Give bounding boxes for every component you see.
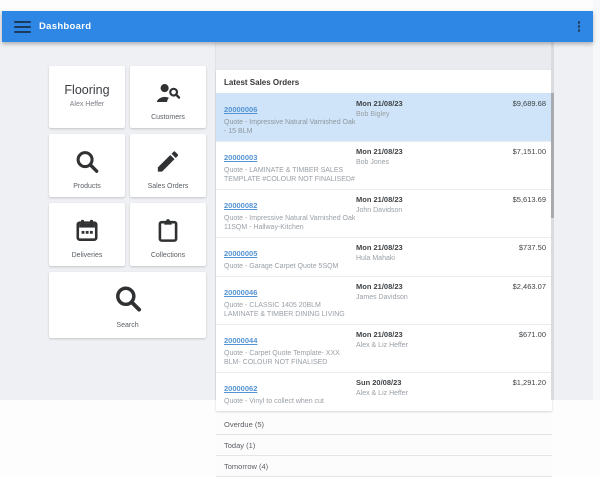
- order-customer: James Davidson: [356, 293, 513, 302]
- order-main-col: 20000044 Quote - Carpet Quote Template- X…: [224, 330, 356, 367]
- order-customer: John Davidson: [356, 206, 513, 215]
- tile-deliveries[interactable]: Deliveries: [49, 203, 125, 266]
- order-row[interactable]: 20000062 Quote - Vinyl to collect when cu…: [216, 372, 552, 411]
- right-margin: [593, 0, 600, 400]
- order-amount: $5,613.69: [513, 195, 546, 232]
- order-amount: $9,689.68: [513, 99, 546, 136]
- order-customer: Alex & Liz Heffer: [356, 341, 519, 350]
- person-search-icon: [155, 80, 182, 107]
- order-main-col: 20000005 Quote - Garage Carpet Quote 5SQM: [224, 243, 356, 271]
- order-mid-col: Mon 21/08/23Alex & Liz Heffer: [356, 330, 519, 367]
- order-mid-col: Mon 21/08/23Hula Mahaki: [356, 243, 519, 271]
- order-description: Quote - Vinyl to collect when cut: [224, 397, 356, 406]
- calendar-icon: [74, 217, 101, 244]
- order-amount: $671.00: [519, 330, 546, 367]
- scrollbar[interactable]: [551, 42, 554, 400]
- order-description: Quote - LAMINATE & TIMBER SALES TEMPLATE…: [224, 166, 356, 184]
- screen: Dashboard Flooring Alex Heffer Customers…: [0, 0, 600, 400]
- search-icon: [112, 283, 143, 314]
- order-mid-col: Mon 21/08/23John Davidson: [356, 195, 513, 232]
- orders-header: Latest Sales Orders: [216, 70, 552, 93]
- tile-search[interactable]: Search: [49, 272, 206, 338]
- tile-label: Deliveries: [49, 252, 125, 259]
- order-number-link[interactable]: 20000003: [224, 153, 257, 162]
- tile-products[interactable]: Products: [49, 134, 125, 197]
- tile-label: Collections: [130, 252, 206, 259]
- company-name: Flooring: [49, 83, 125, 97]
- order-number-link[interactable]: 20000046: [224, 288, 257, 297]
- date-sections: Overdue (5)Today (1)Tomorrow (4): [216, 414, 552, 477]
- order-main-col: 20000062 Quote - Vinyl to collect when cu…: [224, 378, 356, 406]
- order-customer: Hula Mahaki: [356, 254, 519, 263]
- order-number-link[interactable]: 20000005: [224, 249, 257, 258]
- order-date: Mon 21/08/23: [356, 282, 513, 292]
- order-description: Quote - CLASSIC 1405 20BLM LAMINATE & TI…: [224, 301, 356, 319]
- order-date: Sun 20/08/23: [356, 378, 513, 388]
- order-mid-col: Mon 21/08/23James Davidson: [356, 282, 513, 319]
- tile-label: Sales Orders: [130, 183, 206, 190]
- order-main-col: 20000046 Quote - CLASSIC 1405 20BLM LAMIN…: [224, 282, 356, 319]
- order-row[interactable]: 20000046 Quote - CLASSIC 1405 20BLM LAMIN…: [216, 276, 552, 324]
- tile-collections[interactable]: Collections: [130, 203, 206, 266]
- order-date: Mon 21/08/23: [356, 99, 513, 109]
- tile-label: Search: [49, 322, 206, 329]
- dashboard-tiles: Flooring Alex Heffer Customers Products Sa…: [49, 66, 206, 338]
- order-description: Quote - Impressive Natural Varnished Oak…: [224, 118, 356, 136]
- order-amount: $737.50: [519, 243, 546, 271]
- order-row[interactable]: 20000006 Quote - Impressive Natural Varni…: [216, 93, 552, 141]
- order-row[interactable]: 20000082 Quote - Impressive Natural Varni…: [216, 189, 552, 237]
- kebab-menu-icon[interactable]: [575, 18, 584, 35]
- order-date: Mon 21/08/23: [356, 243, 519, 253]
- order-amount: $7,151.00: [513, 147, 546, 184]
- app-bar: Dashboard: [2, 11, 593, 42]
- order-mid-col: Mon 21/08/23Bob Bigley: [356, 99, 513, 136]
- order-customer: Bob Jones: [356, 158, 513, 167]
- orders-panel: Latest Sales Orders 20000006 Quote - Impr…: [215, 42, 554, 400]
- order-number-link[interactable]: 20000082: [224, 201, 257, 210]
- order-amount: $2,463.07: [513, 282, 546, 319]
- page-title: Dashboard: [39, 21, 91, 32]
- orders-card: Latest Sales Orders 20000006 Quote - Impr…: [216, 70, 552, 411]
- clipboard-icon: [155, 217, 182, 244]
- order-date: Mon 21/08/23: [356, 195, 513, 205]
- order-amount: $1,291.20: [513, 378, 546, 406]
- order-number-link[interactable]: 20000006: [224, 105, 257, 114]
- order-description: Quote - Garage Carpet Quote 5SQM: [224, 262, 356, 271]
- section-row[interactable]: Tomorrow (4): [216, 456, 552, 477]
- order-main-col: 20000003 Quote - LAMINATE & TIMBER SALES …: [224, 147, 356, 184]
- section-row[interactable]: Overdue (5): [216, 414, 552, 435]
- orders-list: 20000006 Quote - Impressive Natural Varni…: [216, 93, 552, 411]
- tile-sales-orders[interactable]: Sales Orders: [130, 134, 206, 197]
- section-row[interactable]: Today (1): [216, 435, 552, 456]
- order-row[interactable]: 20000044 Quote - Carpet Quote Template- X…: [216, 324, 552, 372]
- order-customer: Bob Bigley: [356, 110, 513, 119]
- order-date: Mon 21/08/23: [356, 330, 519, 340]
- tile-customers[interactable]: Customers: [130, 66, 206, 128]
- order-customer: Alex & Liz Heffer: [356, 389, 513, 398]
- order-row[interactable]: 20000005 Quote - Garage Carpet Quote 5SQM…: [216, 237, 552, 276]
- tile-label: Customers: [130, 114, 206, 121]
- company-user: Alex Heffer: [49, 101, 125, 108]
- tile-label: Products: [49, 183, 125, 190]
- order-number-link[interactable]: 20000044: [224, 336, 257, 345]
- order-main-col: 20000006 Quote - Impressive Natural Varni…: [224, 99, 356, 136]
- company-tile[interactable]: Flooring Alex Heffer: [49, 66, 125, 128]
- order-main-col: 20000082 Quote - Impressive Natural Varni…: [224, 195, 356, 232]
- search-icon: [74, 148, 101, 175]
- order-number-link[interactable]: 20000062: [224, 384, 257, 393]
- order-description: Quote - Impressive Natural Varnished Oak…: [224, 214, 356, 232]
- order-mid-col: Sun 20/08/23Alex & Liz Heffer: [356, 378, 513, 406]
- order-description: Quote - Carpet Quote Template- XXX BLM- …: [224, 349, 356, 367]
- hamburger-menu-icon[interactable]: [14, 21, 31, 33]
- order-mid-col: Mon 21/08/23Bob Jones: [356, 147, 513, 184]
- pencil-icon: [155, 148, 182, 175]
- scrollbar-thumb[interactable]: [551, 93, 554, 218]
- order-row[interactable]: 20000003 Quote - LAMINATE & TIMBER SALES …: [216, 141, 552, 189]
- order-date: Mon 21/08/23: [356, 147, 513, 157]
